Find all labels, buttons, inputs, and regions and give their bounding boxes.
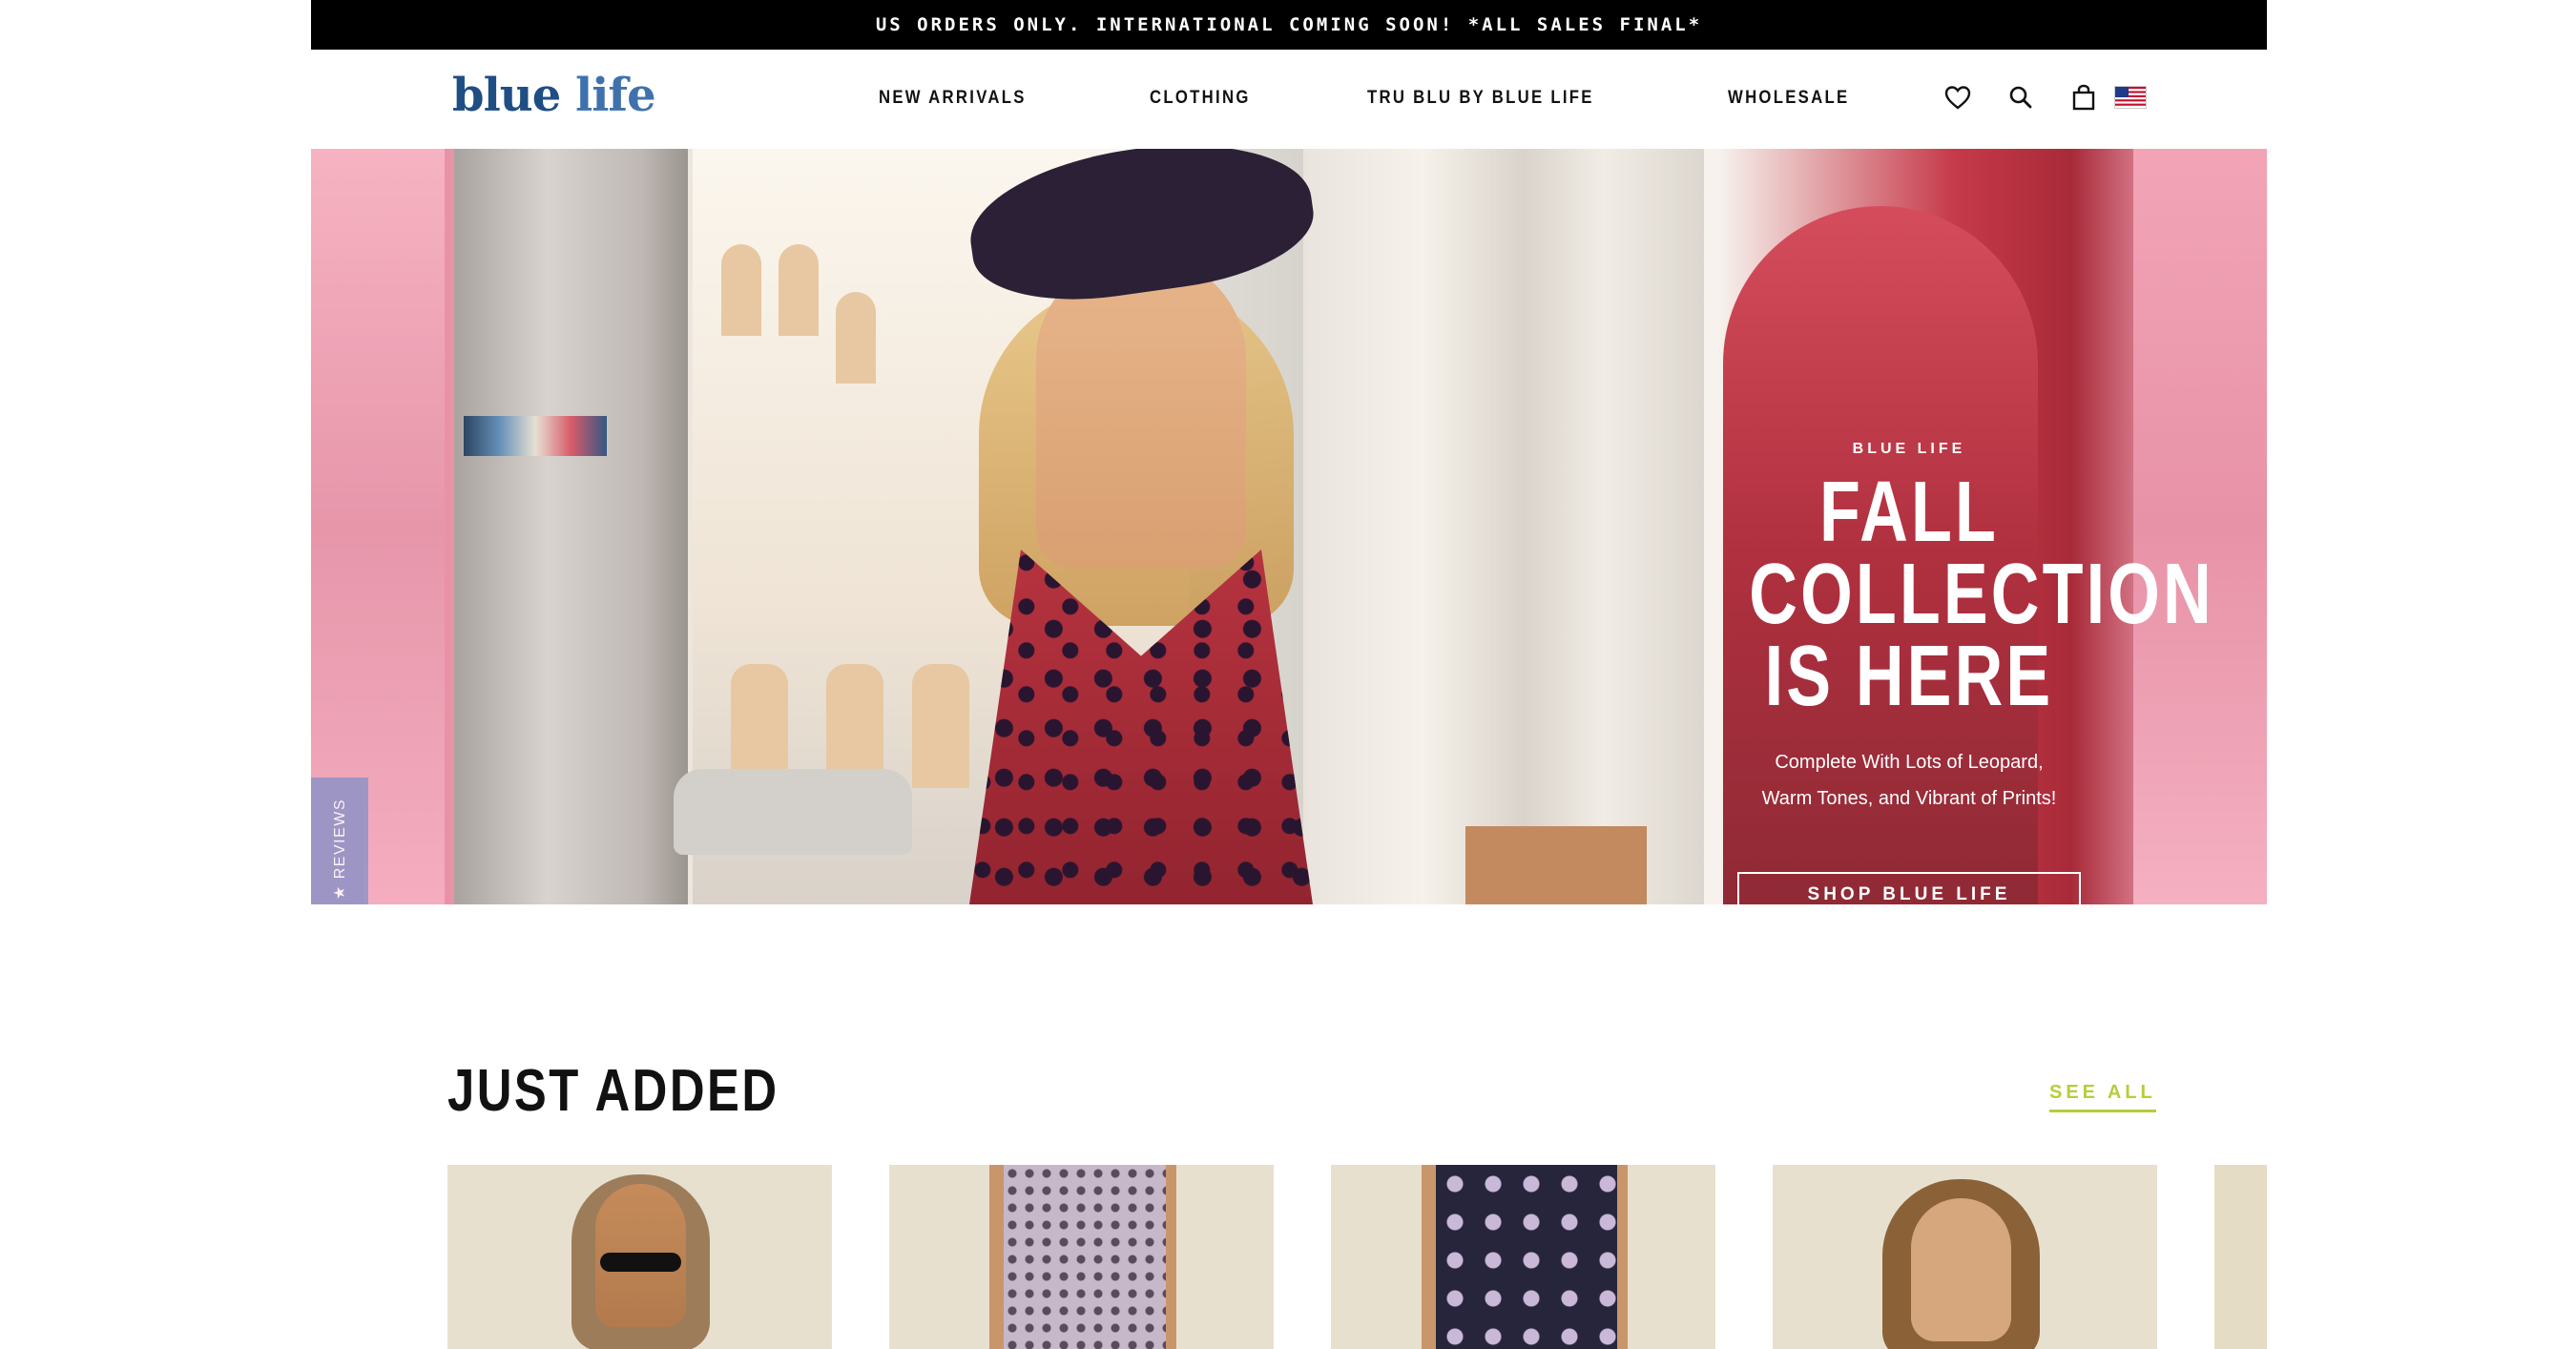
logo[interactable]: blue life xyxy=(452,69,656,122)
hero-torn-paper-right xyxy=(2133,149,2267,904)
search-icon[interactable] xyxy=(2004,80,2038,114)
nav-wholesale[interactable]: WHOLESALE xyxy=(1728,88,1849,109)
hero-copy: BLUE LIFE FALL COLLECTION IS HERE Comple… xyxy=(1704,441,2214,904)
announcement-bar: US ORDERS ONLY. INTERNATIONAL COMING SOO… xyxy=(311,0,2267,50)
site-header: blue life NEW ARRIVALS CLOTHING TRU BLU … xyxy=(311,50,2267,149)
hero-columns xyxy=(1303,149,1704,904)
product-card-partial[interactable] xyxy=(2214,1165,2267,1349)
product-card[interactable] xyxy=(1331,1165,1715,1349)
hero-pole-sticker xyxy=(464,416,607,456)
product-image-leopard-skirt xyxy=(1004,1165,1166,1349)
main-nav: NEW ARRIVALS CLOTHING TRU BLU BY BLUE LI… xyxy=(879,88,1866,109)
product-carousel xyxy=(447,1165,2267,1349)
product-card[interactable] xyxy=(447,1165,832,1349)
see-all-link[interactable]: SEE ALL xyxy=(2049,1082,2156,1112)
logo-word-life: life xyxy=(574,69,656,122)
hero-crate xyxy=(1465,826,1647,904)
hero-subtitle-line-2: Warm Tones, and Vibrant of Prints! xyxy=(1761,788,2057,809)
bag-icon[interactable] xyxy=(2067,80,2101,114)
nav-tru-blu[interactable]: TRU BLU BY BLUE LIFE xyxy=(1367,88,1594,109)
hero-title-line-3: IS HERE xyxy=(1764,629,2054,724)
hero-subtitle: Complete With Lots of Leopard, Warm Tone… xyxy=(1704,744,2114,817)
hero-title-line-1: FALL xyxy=(1819,465,1999,560)
nav-new-arrivals[interactable]: NEW ARRIVALS xyxy=(879,88,1027,109)
reviews-tab-label: ★ REVIEWS xyxy=(332,798,349,901)
product-image-sunglasses xyxy=(600,1253,681,1272)
us-flag-icon[interactable] xyxy=(2114,86,2147,109)
heart-icon[interactable] xyxy=(1941,80,1975,114)
nav-clothing[interactable]: CLOTHING xyxy=(1150,88,1251,109)
reviews-tab[interactable]: ★ REVIEWS xyxy=(311,778,368,904)
logo-word-blue: blue xyxy=(452,69,561,122)
product-card[interactable] xyxy=(1773,1165,2157,1349)
header-icons xyxy=(1941,80,2147,114)
announcement-text: US ORDERS ONLY. INTERNATIONAL COMING SOO… xyxy=(875,14,1703,35)
shop-blue-life-button[interactable]: SHOP BLUE LIFE xyxy=(1737,872,2081,904)
hero-title-line-2: COLLECTION xyxy=(1749,547,2214,642)
page: US ORDERS ONLY. INTERNATIONAL COMING SOO… xyxy=(311,0,2267,1349)
hero-car xyxy=(674,769,912,855)
hero-title: FALL COLLECTION IS HERE xyxy=(1749,465,2214,724)
hero-eyebrow: BLUE LIFE xyxy=(1852,441,1966,457)
hero-lamp-pole xyxy=(454,149,688,904)
product-image-floral-skirt xyxy=(1436,1165,1617,1349)
product-image-model-face xyxy=(1911,1198,2011,1341)
hero-subtitle-line-1: Complete With Lots of Leopard, xyxy=(1775,752,2044,773)
hero-model-face xyxy=(1036,254,1246,569)
just-added-heading: JUST ADDED xyxy=(447,1058,779,1124)
hero-banner[interactable]: BLUE LIFE FALL COLLECTION IS HERE Comple… xyxy=(311,149,2267,904)
product-card[interactable] xyxy=(889,1165,1274,1349)
